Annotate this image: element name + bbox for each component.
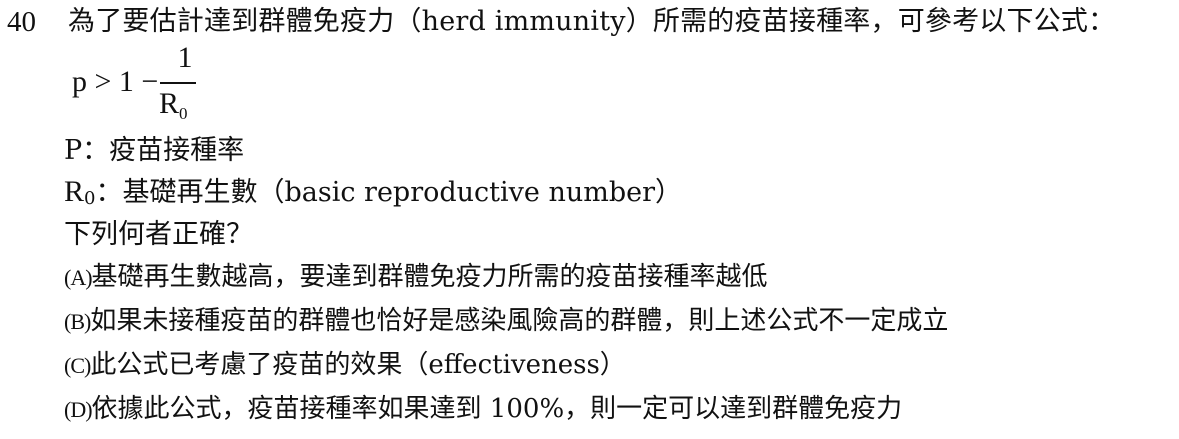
- option-d: (D)依據此公式，疫苗接種率如果達到 100%，則一定可以達到群體免疫力: [64, 389, 902, 430]
- option-c-text: 此公式已考慮了疫苗的效果（effectiveness）: [90, 350, 626, 380]
- formula-lhs: p > 1 −: [72, 65, 159, 98]
- r0-definition-text: ：基礎再生數（basic reproductive number）: [95, 177, 683, 208]
- option-d-label: (D): [64, 397, 93, 422]
- herd-immunity-formula: p > 1 − 1 R0: [72, 38, 272, 126]
- formula-denominator: R0: [159, 84, 188, 134]
- option-c: (C)此公式已考慮了疫苗的效果（effectiveness）: [64, 345, 626, 386]
- definition-p: P：疫苗接種率: [64, 135, 245, 166]
- option-b-text: 如果未接種疫苗的群體也恰好是感染風險高的群體，則上述公式不一定成立: [90, 306, 949, 336]
- option-b: (B)如果未接種疫苗的群體也恰好是感染風險高的群體，則上述公式不一定成立: [64, 301, 948, 342]
- denominator-subscript: 0: [179, 104, 188, 123]
- option-b-label: (B): [64, 309, 91, 334]
- option-a-label: (A): [64, 265, 93, 290]
- question-prompt: 下列何者正確？: [64, 219, 253, 250]
- option-a-text: 基礎再生數越高，要達到群體免疫力所需的疫苗接種率越低: [91, 262, 768, 292]
- option-a: (A)基礎再生數越高，要達到群體免疫力所需的疫苗接種率越低: [64, 257, 768, 298]
- denominator-base: R: [159, 87, 180, 120]
- option-c-label: (C): [64, 353, 91, 378]
- question-number: 40: [7, 6, 36, 38]
- r0-subscript: 0: [84, 188, 96, 209]
- question-stem: 為了要估計達到群體免疫力（herd immunity）所需的疫苗接種率，可參考以…: [68, 6, 1116, 37]
- definition-r0: R0：基礎再生數（basic reproductive number）: [64, 172, 682, 219]
- r0-symbol: R: [64, 175, 85, 208]
- option-d-text: 依據此公式，疫苗接種率如果達到 100%，則一定可以達到群體免疫力: [91, 394, 903, 424]
- formula-numerator: 1: [177, 41, 193, 74]
